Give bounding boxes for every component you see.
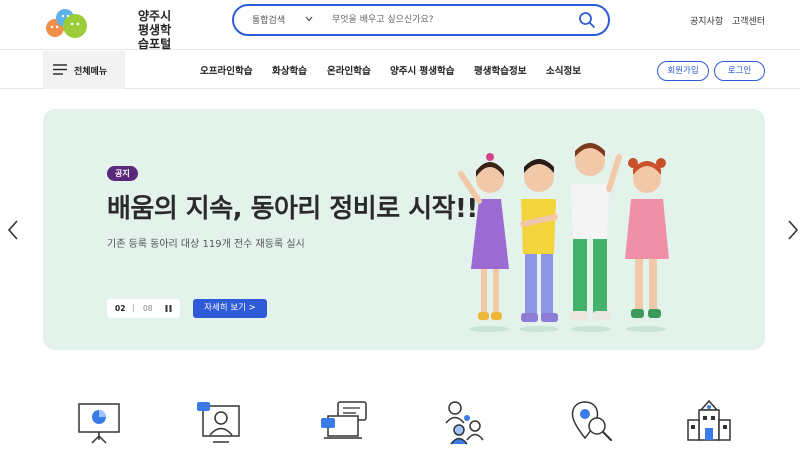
all-menu-label: 전체메뉴 — [74, 67, 108, 77]
pause-icon[interactable] — [165, 305, 172, 312]
hamburger-menu-icon — [53, 64, 67, 75]
presentation-board-icon[interactable] — [75, 398, 123, 446]
nav-item-learning-info[interactable]: 평생학습정보 — [474, 63, 526, 77]
logo-line-2: 평생학습포털 — [138, 23, 172, 51]
nav-item-offline-learning[interactable]: 오프라인학습 — [200, 63, 252, 77]
search-input[interactable] — [332, 12, 562, 28]
notice-badge: 공지 — [107, 166, 138, 181]
chevron-left-icon[interactable] — [6, 219, 20, 241]
online-chat-icon[interactable] — [320, 398, 368, 446]
hero-banner[interactable]: 공지 배움의 지속, 동아리 정비로 시작!! 기존 등록 동아리 대상 119… — [43, 109, 765, 350]
all-menu-button[interactable]: 전체메뉴 — [43, 51, 125, 89]
search-location-icon[interactable] — [567, 398, 615, 446]
chevron-down-icon[interactable] — [304, 14, 314, 24]
pager-separator: | — [132, 303, 135, 312]
main-nav: 전체메뉴 오프라인학습 화상학습 온라인학습 양주시 평생학습 평생학습정보 소… — [0, 51, 800, 89]
chevron-right-icon[interactable] — [786, 219, 800, 241]
top-header: 양주시 평생학습포털 통합검색 공지사항 고객센터 — [0, 0, 800, 51]
nav-item-online-learning[interactable]: 온라인학습 — [327, 63, 371, 77]
logo-text: 양주시 평생학습포털 — [138, 9, 173, 51]
video-lecture-icon[interactable] — [196, 398, 244, 446]
nav-item-yangju-learning[interactable]: 양주시 평생학습 — [390, 63, 455, 77]
notice-link[interactable]: 공지사항 — [690, 14, 723, 27]
logo-mark-icon — [46, 9, 87, 38]
hero-title: 배움의 지속, 동아리 정비로 시작!! — [107, 194, 478, 224]
hero-subtitle: 기존 등록 동아리 대상 119개 전수 재등록 실시 — [107, 239, 305, 250]
slide-pager: 02 | 08 — [107, 299, 180, 318]
detail-button[interactable]: 자세히 보기 > — [193, 299, 267, 318]
site-logo[interactable]: 양주시 평생학습포털 — [43, 4, 173, 51]
nav-item-news[interactable]: 소식정보 — [546, 63, 581, 77]
logo-line-1: 양주시 — [138, 9, 172, 23]
people-illustration — [458, 143, 669, 332]
search-category-select[interactable]: 통합검색 — [252, 13, 285, 26]
pager-current: 02 — [115, 304, 126, 313]
login-button[interactable]: 로그인 — [714, 61, 765, 81]
search-icon[interactable] — [578, 11, 596, 29]
nav-item-video-learning[interactable]: 화상학습 — [272, 63, 307, 77]
community-people-icon[interactable] — [443, 398, 491, 446]
search-bar: 통합검색 — [232, 4, 610, 36]
customer-center-link[interactable]: 고객센터 — [732, 14, 765, 27]
school-building-icon[interactable] — [685, 398, 733, 446]
signup-button[interactable]: 회원가입 — [657, 61, 709, 81]
pager-total: 08 — [143, 304, 153, 313]
